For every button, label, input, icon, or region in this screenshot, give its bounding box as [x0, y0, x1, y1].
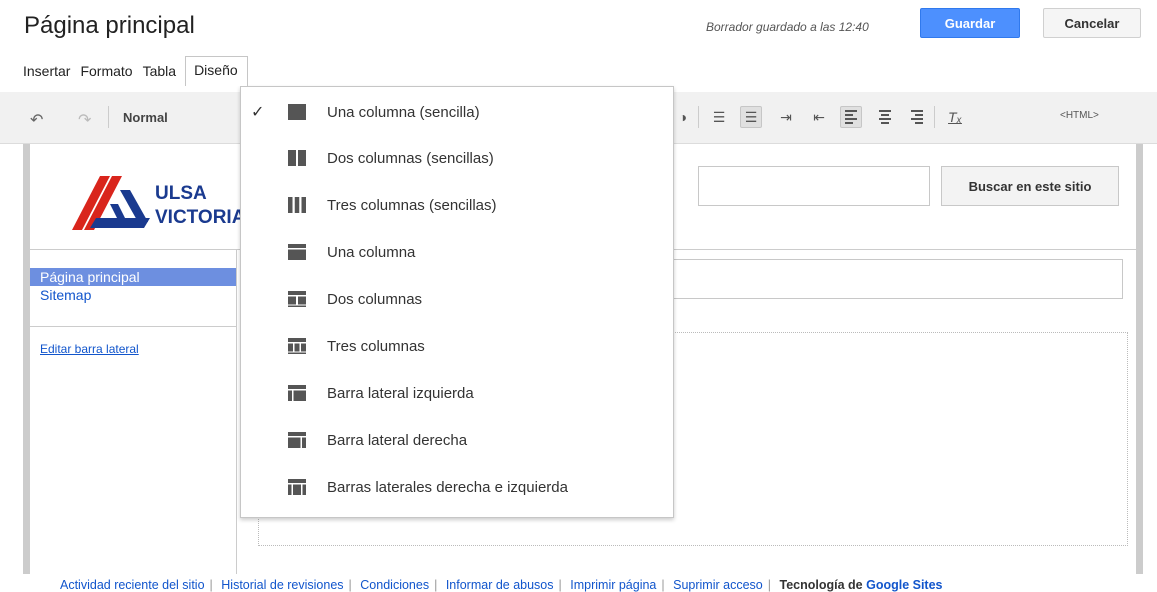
logo-line-1: ULSA [155, 183, 207, 204]
layout-option-one-column-simple[interactable]: ✓ Una columna (sencilla) [241, 97, 673, 127]
footer-link-remove-access[interactable]: Suprimir acceso [673, 578, 763, 592]
edit-sidebar-link[interactable]: Editar barra lateral [30, 342, 236, 356]
site-sidebar: Página principal Sitemap Editar barra la… [30, 250, 237, 574]
layout-option-three-columns[interactable]: Tres columnas [241, 331, 673, 361]
layout-option-three-columns-simple[interactable]: Tres columnas (sencillas) [241, 190, 673, 220]
three-columns-simple-icon [288, 197, 306, 213]
layout-option-label: Una columna (sencilla) [327, 103, 480, 121]
align-right-icon[interactable] [906, 106, 928, 128]
paragraph-style-select[interactable]: Normal [123, 110, 168, 125]
layout-option-label: Una columna [327, 243, 416, 261]
site-search-button[interactable]: Buscar en este sitio [941, 166, 1119, 206]
layout-option-label: Dos columnas (sencillas) [327, 149, 494, 167]
sidebar-item-sitemap[interactable]: Sitemap [30, 286, 236, 304]
page-root: Página principal Borrador guardado a las… [0, 0, 1157, 592]
undo-icon[interactable]: ↶ [30, 110, 43, 130]
link-icon[interactable]: ◑ [672, 106, 694, 128]
menu-insertar[interactable]: Insertar [18, 58, 75, 84]
layout-option-left-sidebar[interactable]: Barra lateral izquierda [241, 378, 673, 408]
footer-link-report-abuse[interactable]: Informar de abusos [446, 578, 554, 592]
footer-separator: | [661, 578, 665, 592]
footer-separator: | [209, 578, 213, 592]
menu-tabla[interactable]: Tabla [138, 58, 181, 84]
site-logo-text: ULSA VICTORIA [155, 182, 245, 230]
two-columns-simple-icon [288, 150, 306, 166]
layout-option-label: Tres columnas [327, 337, 425, 355]
redo-icon[interactable]: ↷ [78, 110, 91, 130]
sidebar-divider [30, 326, 236, 327]
draft-status: Borrador guardado a las 12:40 [706, 20, 869, 34]
toolbar-separator [698, 106, 699, 128]
right-sidebar-icon [288, 432, 306, 448]
layout-option-right-sidebar[interactable]: Barra lateral derecha [241, 425, 673, 455]
menu-diseno[interactable]: Diseño [185, 56, 248, 86]
layout-option-two-columns[interactable]: Dos columnas [241, 284, 673, 314]
indent-icon[interactable]: ⇥ [775, 106, 797, 128]
both-sidebars-icon [288, 479, 306, 495]
footer-link-print[interactable]: Imprimir página [570, 578, 656, 592]
footer-link-activity[interactable]: Actividad reciente del sitio [60, 578, 205, 592]
layout-option-label: Tres columnas (sencillas) [327, 196, 497, 214]
toolbar-separator [934, 106, 935, 128]
left-sidebar-icon [288, 385, 306, 401]
page-title-field[interactable] [650, 259, 1123, 299]
logo-line-2: VICTORIA [155, 207, 246, 228]
menu-formato[interactable]: Formato [75, 58, 137, 84]
footer-google-sites-link[interactable]: Google Sites [866, 578, 942, 592]
checkmark-icon: ✓ [251, 104, 265, 121]
layout-option-label: Dos columnas [327, 290, 423, 308]
one-column-icon [288, 244, 306, 260]
site-search-input[interactable] [698, 166, 930, 206]
footer-powered-by: Tecnología de [779, 578, 863, 592]
bulleted-list-icon[interactable]: ☰ [740, 106, 762, 128]
one-column-simple-icon [288, 104, 306, 120]
menubar: Insertar Formato Tabla Diseño [18, 55, 248, 87]
sidebar-item-pagina-principal[interactable]: Página principal [30, 268, 236, 286]
layout-option-label: Barra lateral izquierda [327, 384, 474, 402]
layout-dropdown-menu: ✓ Una columna (sencilla) Dos columnas (s… [240, 86, 674, 518]
align-left-icon[interactable] [840, 106, 862, 128]
clear-formatting-icon[interactable]: Tₓ [944, 106, 966, 128]
footer-separator: | [558, 578, 562, 592]
layout-option-one-column[interactable]: Una columna [241, 237, 673, 267]
two-columns-icon [288, 291, 306, 307]
layout-option-label: Barra lateral derecha [327, 431, 468, 449]
layout-option-two-columns-simple[interactable]: Dos columnas (sencillas) [241, 143, 673, 173]
footer-link-terms[interactable]: Condiciones [360, 578, 429, 592]
footer-link-revisions[interactable]: Historial de revisiones [221, 578, 343, 592]
numbered-list-icon[interactable]: ☰ [708, 106, 730, 128]
site-footer: Actividad reciente del sitio | Historial … [60, 578, 943, 592]
align-center-icon[interactable] [874, 106, 896, 128]
footer-separator: | [434, 578, 438, 592]
page-title: Página principal [24, 12, 195, 39]
footer-separator: | [767, 578, 771, 592]
layout-option-both-sidebars[interactable]: Barras laterales derecha e izquierda [241, 472, 673, 502]
ulsa-logo-icon [72, 176, 150, 230]
save-button[interactable]: Guardar [920, 8, 1020, 38]
three-columns-icon [288, 338, 306, 354]
cancel-button[interactable]: Cancelar [1043, 8, 1141, 38]
footer-separator: | [348, 578, 352, 592]
toolbar-separator [108, 106, 109, 128]
outdent-icon[interactable]: ⇤ [808, 106, 830, 128]
layout-option-label: Barras laterales derecha e izquierda [327, 478, 568, 496]
html-edit-button[interactable]: <HTML> [1060, 110, 1099, 121]
